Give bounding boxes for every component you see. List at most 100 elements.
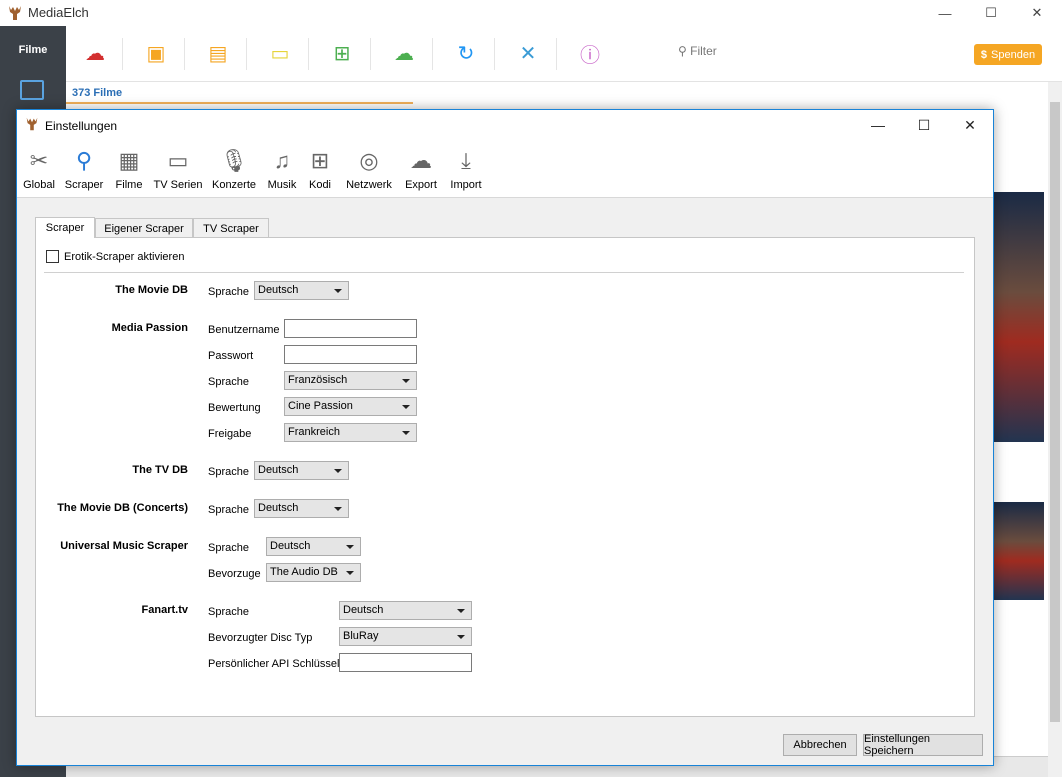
category-netzwerk[interactable]: ◎ Netzwerk: [345, 146, 393, 198]
disc-typ-label: Bevorzugter Disc Typ: [208, 632, 313, 644]
save-all-icon[interactable]: ▤: [205, 40, 231, 66]
main-window-title: MediaElch: [28, 5, 89, 20]
globe-icon: ◎: [359, 148, 379, 173]
concerts-sprache-label: Sprache: [208, 504, 249, 516]
mp-sprache-select[interactable]: Französisch: [284, 371, 417, 390]
um-sprache-label: Sprache: [208, 542, 249, 554]
movie-count-label: 373 Filme: [72, 87, 123, 99]
category-scraper[interactable]: ⚲ Scraper: [63, 146, 105, 198]
benutzername-input[interactable]: [284, 319, 417, 338]
tab-eigener-scraper[interactable]: Eigener Scraper: [95, 218, 193, 238]
tmdb-sprache-select[interactable]: Deutsch: [254, 281, 349, 300]
section-title-tvdb: The TV DB: [132, 464, 188, 476]
category-filme[interactable]: ▦ Filme: [113, 146, 145, 198]
cloud-download-icon[interactable]: ☁: [82, 40, 108, 66]
category-import[interactable]: ⤓ Import: [447, 146, 485, 198]
category-label: TV Serien: [153, 179, 203, 191]
category-konzerte[interactable]: 🎙 Konzerte: [211, 146, 257, 198]
dialog-close-button[interactable]: ✕: [947, 110, 993, 140]
settings-category-bar: ✂ Global ⚲ Scraper ▦ Filme ▭ TV Serien 🎙 Konz…: [17, 140, 993, 198]
main-toolbar: ☁ ▣ ▤ ▭ ⊞ ☁ ↻ ✕ ⓘ ⚲ Filter $ Spenden: [66, 26, 1062, 82]
cancel-button[interactable]: Abbrechen: [783, 734, 857, 756]
nav-item-filme[interactable]: Filme: [0, 44, 66, 56]
network-tree-icon: ⊞: [310, 148, 330, 173]
section-title-media-passion: Media Passion: [111, 322, 188, 334]
category-label: Netzwerk: [346, 179, 392, 191]
maximize-button[interactable]: ☐: [968, 0, 1014, 26]
scrollbar[interactable]: [1048, 82, 1062, 777]
dollar-icon: $: [980, 48, 988, 61]
category-label: Kodi: [308, 179, 332, 191]
toolbar-separator: [494, 38, 495, 70]
category-global[interactable]: ✂ Global: [21, 146, 57, 198]
dialog-maximize-button[interactable]: ☐: [901, 110, 947, 140]
section-title-universal-music: Universal Music Scraper: [60, 540, 188, 552]
tab-tv-scraper[interactable]: TV Scraper: [193, 218, 269, 238]
passwort-label: Passwort: [208, 350, 254, 362]
music-note-icon: ♫: [273, 148, 291, 173]
settings-tools-icon[interactable]: ✕: [515, 40, 541, 66]
tab-scraper[interactable]: Scraper: [35, 217, 95, 238]
cloud-upload-icon: ☁: [410, 148, 432, 173]
toolbar-separator: [556, 38, 557, 70]
um-sprache-select[interactable]: Deutsch: [266, 537, 361, 556]
category-kodi[interactable]: ⊞ Kodi: [305, 146, 335, 198]
app-logo-icon: [26, 117, 38, 131]
search-icon: ⚲: [75, 148, 93, 173]
category-label: Import: [450, 179, 482, 191]
api-key-label: Persönlicher API Schlüssel: [208, 658, 340, 670]
freigabe-select[interactable]: Frankreich: [284, 423, 417, 442]
erotik-checkbox[interactable]: [46, 250, 59, 263]
benutzername-label: Benutzername: [208, 324, 280, 336]
search-icon: ⚲: [678, 44, 691, 58]
tv-icon: ▭: [167, 148, 189, 173]
category-label: Scraper: [64, 179, 104, 191]
app-logo-icon: [9, 6, 21, 20]
freigabe-label: Freigabe: [208, 428, 252, 440]
dialog-title-bar: Einstellungen — ☐ ✕: [17, 110, 993, 140]
filter-placeholder: Filter: [690, 44, 717, 58]
passwort-input[interactable]: [284, 345, 417, 364]
erotik-label: Erotik-Scraper aktivieren: [64, 250, 185, 263]
save-settings-button[interactable]: Einstellungen Speichern: [863, 733, 983, 757]
dialog-title: Einstellungen: [45, 119, 118, 133]
toolbar-separator: [370, 38, 371, 70]
minimize-button[interactable]: —: [922, 0, 968, 26]
bevorzuge-select[interactable]: The Audio DB: [266, 563, 361, 582]
fanart-sprache-label: Sprache: [208, 606, 249, 618]
folder-icon[interactable]: ▭: [267, 40, 293, 66]
close-button[interactable]: ✕: [1014, 0, 1060, 26]
category-musik[interactable]: ♫ Musik: [267, 146, 297, 198]
bewertung-select[interactable]: Cine Passion: [284, 397, 417, 416]
filter-field[interactable]: ⚲ Filter: [678, 44, 717, 58]
category-export[interactable]: ☁ Export: [403, 146, 439, 198]
scrollbar-thumb[interactable]: [1050, 102, 1060, 722]
save-icon[interactable]: ▣: [143, 40, 169, 66]
main-title-bar: MediaElch — ☐ ✕: [0, 0, 1062, 26]
category-tv-serien[interactable]: ▭ TV Serien: [153, 146, 203, 198]
settings-dialog: Einstellungen — ☐ ✕ ✂ Global ⚲ Scraper ▦ Fi…: [16, 109, 994, 766]
cloud-upload-icon[interactable]: ☁: [391, 40, 417, 66]
donate-button[interactable]: $ Spenden: [974, 44, 1042, 65]
sync-tree-icon[interactable]: ⊞: [329, 40, 355, 66]
info-icon[interactable]: ⓘ: [577, 40, 603, 67]
film-icon[interactable]: [20, 80, 44, 100]
section-title-tmdb-concerts: The Movie DB (Concerts): [57, 502, 188, 514]
toolbar-separator: [308, 38, 309, 70]
toolbar-separator: [184, 38, 185, 70]
erotik-checkbox-row[interactable]: Erotik-Scraper aktivieren: [46, 250, 184, 263]
divider: [44, 272, 964, 273]
fanart-sprache-select[interactable]: Deutsch: [339, 601, 472, 620]
disc-typ-select[interactable]: BluRay: [339, 627, 472, 646]
api-key-input[interactable]: [339, 653, 472, 672]
tvdb-sprache-select[interactable]: Deutsch: [254, 461, 349, 480]
category-label: Filme: [115, 179, 143, 191]
donate-label: Spenden: [991, 48, 1036, 61]
concerts-sprache-select[interactable]: Deutsch: [254, 499, 349, 518]
dialog-minimize-button[interactable]: —: [855, 110, 901, 140]
film-icon: ▦: [118, 148, 140, 173]
movie-list-header: 373 Filme: [66, 82, 413, 104]
reload-icon[interactable]: ↻: [453, 40, 479, 66]
movie-detail-area: [992, 104, 1048, 754]
tmdb-sprache-label: Sprache: [208, 286, 249, 298]
